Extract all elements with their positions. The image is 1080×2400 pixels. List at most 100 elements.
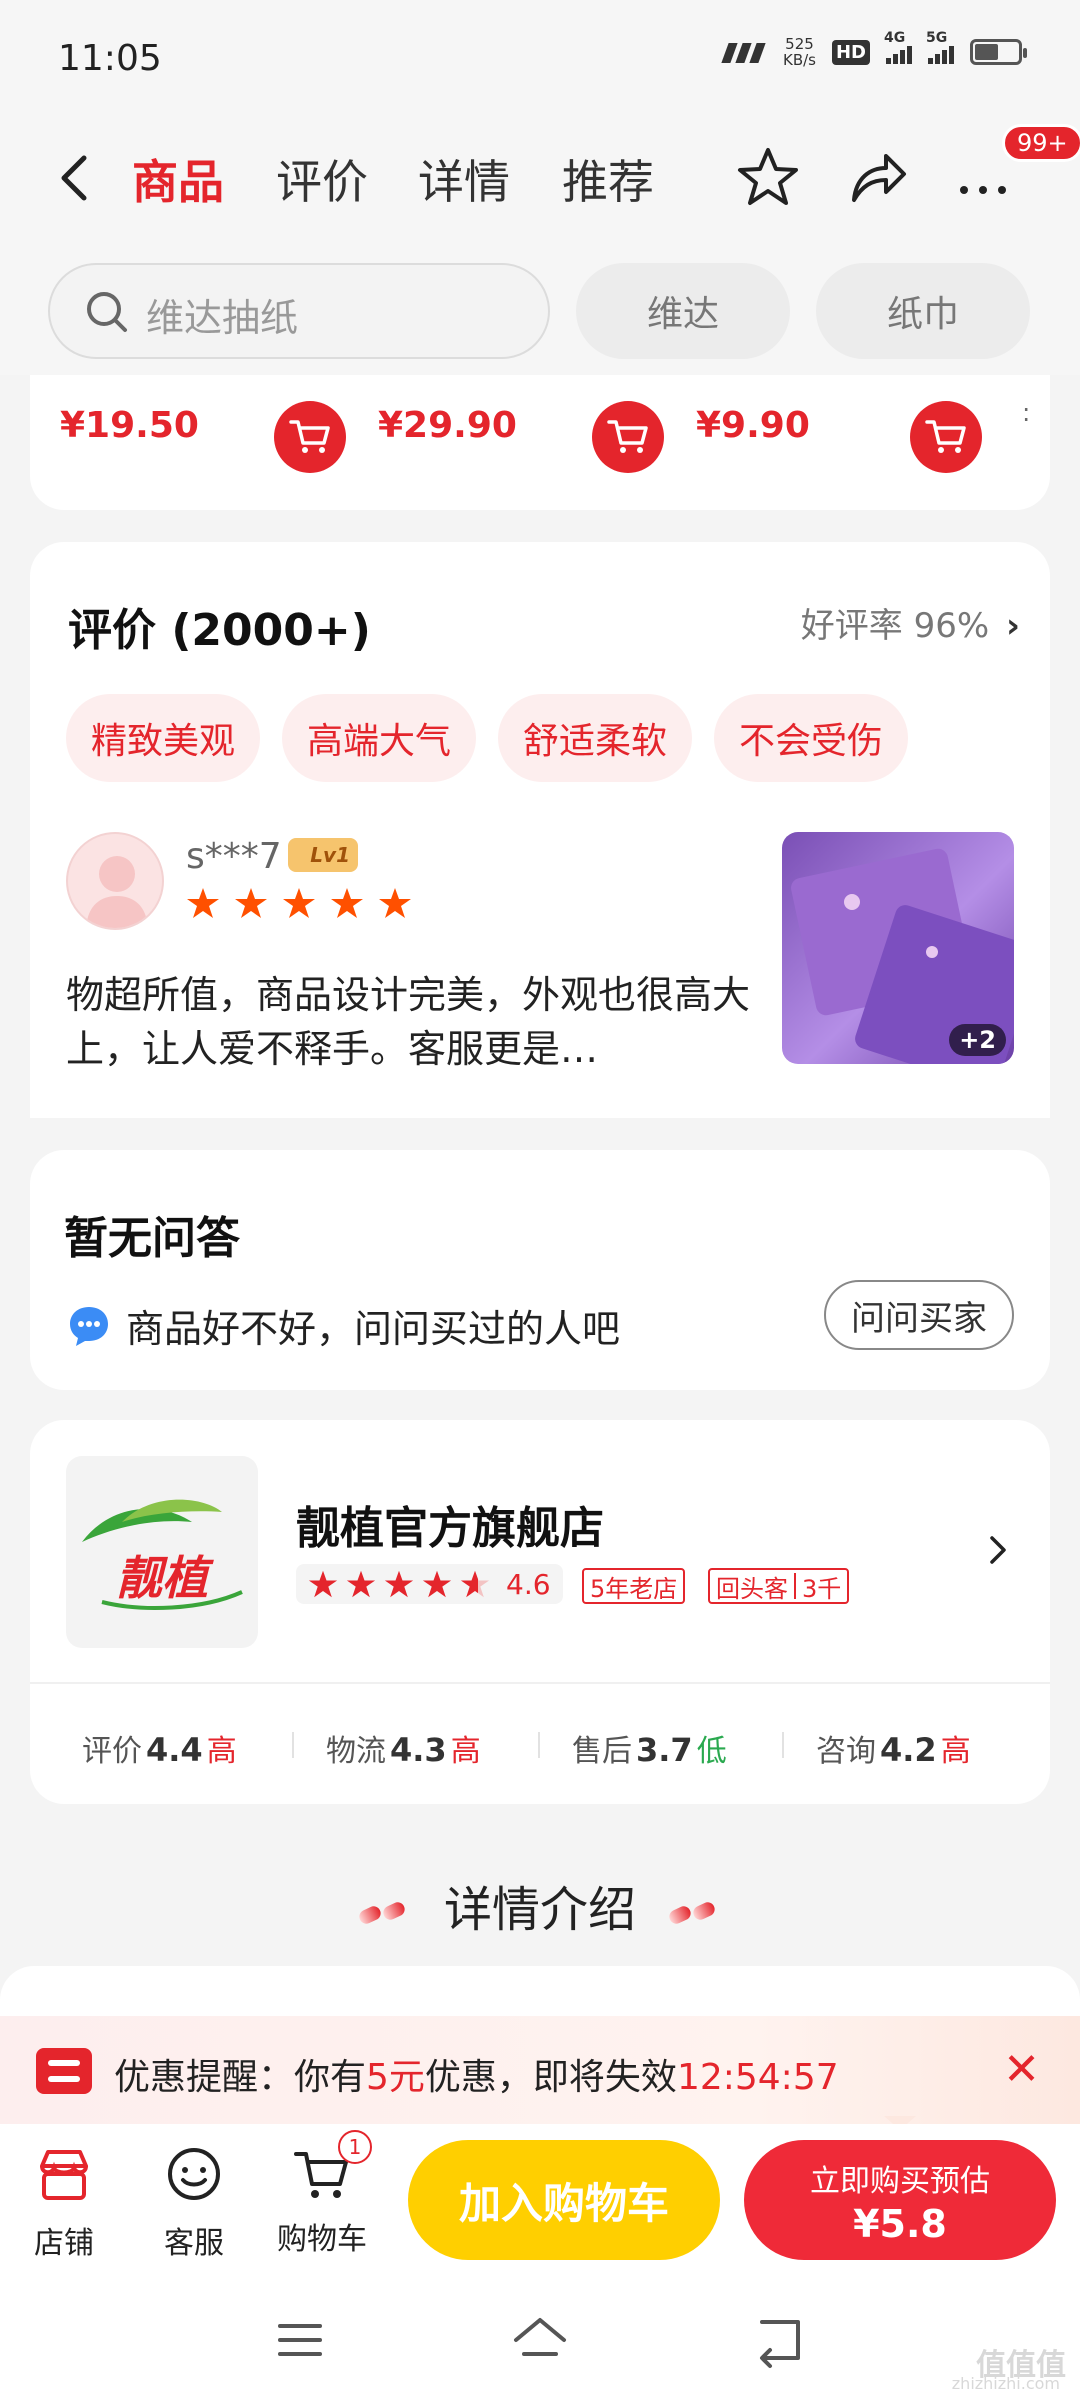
home-icon[interactable] [508,2308,572,2372]
divider [782,1732,784,1758]
store-label: 店铺 [34,2226,94,2261]
ask-buyers-button[interactable]: 问问买家 [824,1280,1014,1350]
metric-label: 评价 [82,1734,142,1769]
back-icon[interactable] [748,2308,812,2372]
store-logo-mark: 靓植 [82,1499,243,1610]
store-rating: 4.6 [296,1564,563,1604]
member-level-badge: Lv1 [288,838,358,872]
tab-recommend[interactable]: 推荐 [562,146,654,212]
coupon-countdown: 12:54:57 [676,2057,839,2098]
share-icon[interactable] [842,142,912,212]
good-rate[interactable]: 好评率 96% › [801,598,1020,647]
store-icon [40,2150,88,2200]
store-metric-consult: 咨询 4.2 高 [816,1726,971,1770]
store-metric-reviews: 评价 4.4 高 [82,1726,237,1770]
store-logo: 靓植 [66,1456,258,1648]
divider [30,1682,1050,1684]
chevron-right-icon[interactable] [986,1530,1010,1570]
search-chip-tissue[interactable]: 纸巾 [816,263,1030,359]
search-chip-vida[interactable]: 维达 [576,263,790,359]
signal-5g-icon: 5G [926,30,954,64]
favorite-star-icon[interactable] [733,142,803,212]
tab-product[interactable]: 商品 [132,146,224,212]
search-placeholder: 维达抽纸 [146,296,299,340]
related-products-strip: ¥19.50 ¥29.90 ¥9.90 · · [30,375,1050,510]
related-price-2: ¥29.90 [378,405,517,446]
search-input[interactable]: 维达抽纸 [48,263,550,359]
half-star-icon [460,1570,490,1598]
metric-level: 高 [206,1734,237,1769]
qa-prompt-row: 商品好不好，问问买过的人吧 [66,1298,620,1353]
cart-count-badge: 1 [338,2130,372,2164]
buy-now-label: 立即购买预估 [810,2164,990,2199]
review-photo[interactable]: +2 [782,832,1014,1064]
metric-score: 4.4 [146,1731,203,1769]
metric-label: 物流 [326,1734,386,1769]
review-tag[interactable]: 不会受伤 [714,694,908,782]
star-icon [346,1570,376,1598]
decorative-strokes-icon [667,1900,721,1926]
qa-prompt: 商品好不好，问问买过的人吧 [126,1307,621,1351]
bottom-action-bar: 店铺 客服 1 购物车 加入购物车 立即购买预估 ¥5.8 [0,2124,1080,2280]
store-logo-text: 靓植 [116,1551,214,1605]
related-price-3: ¥9.90 [696,405,810,446]
metric-label: 售后 [572,1734,632,1769]
metric-level: 高 [450,1734,481,1769]
back-arrow-icon[interactable] [52,148,102,208]
customer-service-button[interactable]: 客服 [134,2136,254,2262]
details-heading: 详情介绍 [0,1870,1080,1940]
reviews-card[interactable]: 评价 (2000+) 好评率 96% › 精致美观 高端大气 舒适柔软 不会受伤… [30,542,1050,1118]
reviews-title: 评价 (2000+) [68,605,371,656]
close-icon[interactable]: ✕ [1003,2044,1040,2095]
store-rating-score: 4.6 [506,1567,551,1601]
tab-reviews[interactable]: 评价 [276,146,368,212]
status-bar: 11:05 525 KB/s HD 4G 5G [0,0,1080,120]
divider [292,1732,294,1758]
review-text: 物超所值，商品设计完美，外观也很高大上，让人爱不释手。客服更是… [66,973,751,1071]
buy-now-button[interactable]: 立即购买预估 ¥5.8 [744,2140,1056,2260]
network-activity-icon [721,41,767,63]
reviewer-name: s***7 [186,836,282,877]
review-stars [186,886,412,920]
returning-customer-count: 3千 [802,1574,842,1603]
network-speed-unit: KB/s [782,51,816,69]
customer-service-icon [168,2148,220,2200]
menu-icon[interactable] [268,2308,332,2372]
add-to-cart-icon[interactable] [592,401,664,473]
cart-icon-wrap: 1 [290,2130,372,2206]
star-icon [331,888,363,918]
metric-score: 3.7 [636,1731,693,1769]
add-to-cart-button[interactable]: 加入购物车 [408,2140,720,2260]
details-title: 详情介绍 [443,1882,636,1938]
watermark-url: zhizhizhi.com [951,2374,1060,2393]
divider [538,1732,540,1758]
metric-level: 高 [940,1734,971,1769]
star-icon [283,888,315,918]
tab-details[interactable]: 详情 [418,146,510,212]
add-to-cart-icon[interactable] [910,401,982,473]
cart-button[interactable]: 1 购物车 [262,2130,382,2258]
review-tag[interactable]: 高端大气 [282,694,476,782]
coupon-reminder-bar[interactable]: 优惠提醒：你有5元优惠，即将失效12:54:57 ✕ [0,2016,1080,2124]
signal-4g-label: 4G [884,30,906,46]
add-to-cart-icon[interactable] [274,401,346,473]
review-tag[interactable]: 舒适柔软 [498,694,692,782]
status-icons: 525 KB/s HD 4G 5G [721,30,1027,68]
network-speed: 525 KB/s [783,36,816,68]
metric-score: 4.2 [880,1731,937,1769]
more-dots-icon[interactable]: · · [1022,398,1030,432]
metric-label: 咨询 [816,1734,876,1769]
signal-4g-icon: 4G [884,30,912,64]
chat-bubble-icon [70,1306,108,1346]
message-badge: 99+ [1002,124,1080,162]
coupon-reminder-text: 优惠提醒：你有5元优惠，即将失效12:54:57 [114,2048,839,2100]
avatar [66,832,164,930]
store-card[interactable]: 靓植 靓植官方旗舰店 4.6 5年老店 回头客 3千 评价 4.4 高 物流 4.3 高… [30,1420,1050,1804]
star-icon [384,1570,414,1598]
metric-level: 低 [696,1734,727,1769]
review-tag[interactable]: 精致美观 [66,694,260,782]
qa-card: 暂无问答 商品好不好，问问买过的人吧 问问买家 [30,1150,1050,1390]
store-button[interactable]: 店铺 [4,2136,124,2262]
store-metric-logistics: 物流 4.3 高 [326,1726,481,1770]
search-icon [87,292,127,332]
